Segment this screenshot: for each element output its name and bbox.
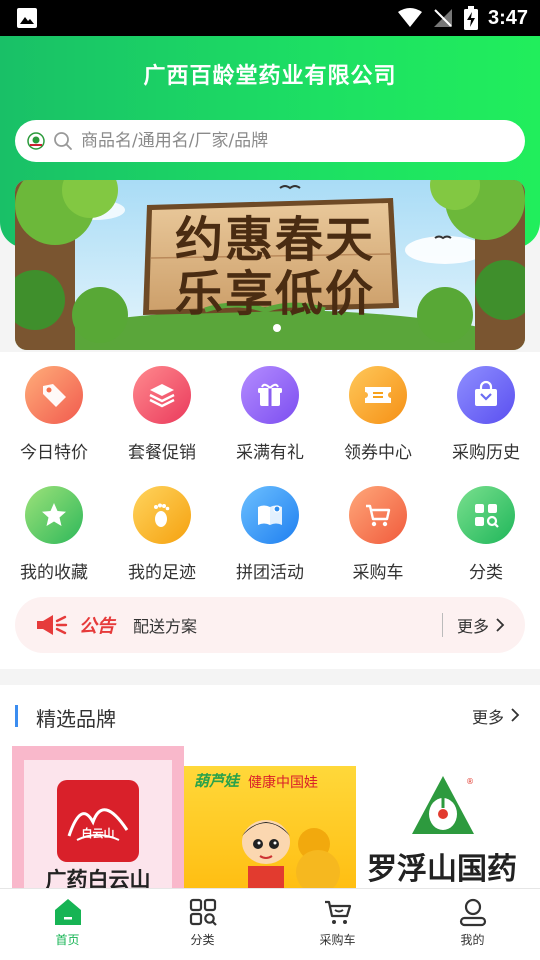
layers-icon — [133, 366, 191, 424]
brand-name: 罗浮山国药 — [367, 852, 517, 887]
shortcut-row-1: 今日特价 套餐促销 采满有礼 领券中心 采购历史 — [0, 366, 540, 478]
brand-card-baiyunshan[interactable]: 白云山 广药白云山 — [12, 746, 184, 896]
page-title: 广西百龄堂药业有限公司 — [143, 64, 397, 89]
shopping-bag-icon — [457, 366, 515, 424]
mountain-logo-icon — [67, 808, 129, 841]
section-accent-bar — [15, 705, 18, 727]
brand-card-luofushan[interactable]: ® 罗浮山国药 — [356, 746, 528, 896]
company-logo-icon — [27, 132, 45, 150]
shortcut-row-2: 我的收藏 我的足迹 拼团活动 采购车 分类 — [0, 486, 540, 598]
section-title: 精选品牌 — [36, 707, 116, 731]
category-grid-icon — [189, 898, 217, 926]
clock: 3:47 — [487, 6, 528, 29]
brand-name: 葫芦娃 — [194, 772, 240, 790]
shortcut-purchase-history[interactable]: 采购历史 — [432, 366, 540, 463]
category-icon — [457, 486, 515, 544]
shortcut-label: 我的收藏 — [20, 563, 88, 583]
brand-card-huluwa[interactable]: 葫芦娃 健康中国娃 — [184, 746, 356, 896]
shortcut-group-buy[interactable]: 拼团活动 — [216, 486, 324, 583]
tab-label: 我的 — [460, 933, 485, 947]
shortcut-label: 采购历史 — [452, 443, 520, 463]
shortcut-label: 分类 — [469, 563, 503, 583]
search-icon — [54, 132, 72, 150]
svg-text:®: ® — [466, 777, 474, 786]
huluwa-mascot-icon — [242, 820, 340, 896]
baiyunshan-logo: 白云山 — [57, 780, 139, 862]
luofushan-logo-icon: ® — [412, 776, 474, 834]
shortcut-label: 采购车 — [352, 563, 404, 583]
megaphone-icon — [37, 615, 68, 635]
chevron-right-icon — [511, 708, 520, 722]
shortcut-my-favorites[interactable]: 我的收藏 — [0, 486, 108, 583]
chevron-right-icon — [496, 618, 505, 632]
no-signal-icon — [433, 9, 452, 27]
notice-bar[interactable]: 公告 配送方案 更多 — [15, 597, 525, 653]
home-icon — [54, 899, 81, 925]
brands-more-link[interactable]: 更多 — [472, 704, 504, 728]
shortcut-category[interactable]: 分类 — [432, 486, 540, 583]
wifi-icon — [397, 8, 422, 27]
battery-charging-icon — [463, 6, 478, 30]
price-tag-icon — [25, 366, 83, 424]
cart-icon — [349, 486, 407, 544]
image-notification-icon — [17, 8, 37, 28]
book-icon — [241, 486, 299, 544]
tab-cart[interactable]: 采购车 — [270, 897, 405, 948]
shortcut-my-footprints[interactable]: 我的足迹 — [108, 486, 216, 583]
search-bar[interactable] — [15, 120, 525, 162]
footprint-icon — [133, 486, 191, 544]
tab-category[interactable]: 分类 — [135, 897, 270, 948]
tab-label: 采购车 — [319, 933, 356, 947]
user-icon — [459, 898, 486, 927]
notice-tag: 公告 — [79, 616, 115, 637]
cart-icon — [324, 900, 351, 924]
notice-more-link[interactable]: 更多 — [457, 613, 489, 637]
banner-headline-2: 乐享低价 — [174, 266, 375, 322]
promo-banner[interactable]: 约惠春天 乐享低价 — [15, 180, 525, 350]
coupon-icon — [349, 366, 407, 424]
gift-icon — [241, 366, 299, 424]
notice-text[interactable]: 配送方案 — [133, 613, 442, 637]
baiyunshan-logo-text: 白云山 — [81, 827, 115, 840]
tab-home[interactable]: 首页 — [0, 897, 135, 948]
shortcut-label: 套餐促销 — [128, 443, 196, 463]
shortcut-label: 拼团活动 — [236, 563, 304, 583]
shortcut-coupon-center[interactable]: 领券中心 — [324, 366, 432, 463]
search-input[interactable] — [81, 131, 481, 151]
featured-brands-section: 精选品牌 更多 白云山 广药白云山 葫芦娃 健康中国娃 ® 罗浮山国药 — [0, 685, 540, 896]
status-bar: 3:47 — [0, 0, 540, 36]
shortcut-purchase-cart[interactable]: 采购车 — [324, 486, 432, 583]
tab-profile[interactable]: 我的 — [405, 897, 540, 948]
tab-label: 分类 — [190, 933, 215, 947]
brand-slogan: 健康中国娃 — [248, 775, 318, 791]
shortcut-label: 我的足迹 — [128, 563, 196, 583]
tab-label: 首页 — [55, 933, 80, 947]
shortcut-purchase-gift[interactable]: 采满有礼 — [216, 366, 324, 463]
shortcut-package-promo[interactable]: 套餐促销 — [108, 366, 216, 463]
bottom-tab-bar: 首页 分类 采购车 我的 — [0, 888, 540, 960]
shortcut-label: 今日特价 — [20, 443, 88, 463]
shortcut-today-special[interactable]: 今日特价 — [0, 366, 108, 463]
star-icon — [25, 486, 83, 544]
shortcut-label: 领券中心 — [344, 443, 412, 463]
shortcut-label: 采满有礼 — [236, 443, 304, 463]
notice-divider — [441, 613, 443, 637]
